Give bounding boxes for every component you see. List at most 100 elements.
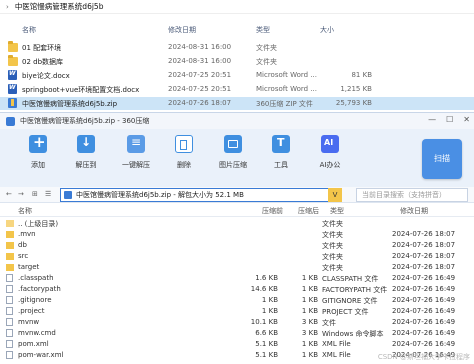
extract-to-label: 解压到 — [75, 161, 97, 169]
address-text: 中医馆慢病管理系统d6j5b.zip - 解包大小为 52.1 MB — [76, 191, 244, 199]
archive-row[interactable]: src 文件夹 2024-07-26 18:07 — [0, 251, 474, 262]
archive-row-parent[interactable]: .. (上级目录) 文件夹 — [0, 218, 474, 229]
entry-name: .classpath — [18, 274, 54, 282]
file-icon — [6, 296, 13, 304]
archive-row[interactable]: .gitignore 1 KB 1 KB GITIGNORE 文件 2024-0… — [0, 295, 474, 306]
address-field[interactable]: 中医馆慢病管理系统d6j5b.zip - 解包大小为 52.1 MB — [60, 188, 342, 202]
file-date: 2024-07-25 20:51 — [168, 85, 232, 93]
entry-date: 2024-07-26 18:07 — [392, 263, 456, 271]
column-type[interactable]: 类型 — [256, 25, 270, 35]
entry-date: 2024-07-26 18:07 — [392, 241, 456, 249]
one-click-extract-button[interactable]: 一键解压 — [110, 135, 162, 179]
explorer-row-selected[interactable]: 中医馆慢病管理系统d6j5b.zip 2024-07-26 18:07 360压… — [0, 97, 474, 110]
file-name: 01 配套环境 — [22, 44, 62, 52]
watermark: CSDN @斯坦福大学卡拉程序 — [377, 353, 470, 361]
maximize-button[interactable]: ☐ — [446, 115, 453, 124]
view-list-icon[interactable]: ☰ — [45, 190, 51, 198]
entry-date: 2024-07-26 16:49 — [392, 285, 456, 293]
view-grid-icon[interactable]: ⊞ — [32, 190, 38, 198]
column-size[interactable]: 压缩前 — [262, 206, 283, 216]
entry-type: Windows 命令脚本 — [322, 330, 384, 338]
entry-size: 1 KB — [261, 296, 278, 304]
entry-type: XML File — [322, 351, 351, 359]
column-name[interactable]: 名称 — [18, 206, 32, 216]
explorer-row[interactable]: 01 配套环境 2024-08-31 16:00 文件夹 — [0, 41, 474, 54]
delete-button[interactable]: 删除 — [158, 135, 210, 179]
explorer-row[interactable]: biye论文.docx 2024-07-25 20:51 Microsoft W… — [0, 69, 474, 82]
column-type[interactable]: 类型 — [330, 206, 344, 216]
explorer-path[interactable]: 中医馆慢病管理系统d6j5b — [15, 1, 104, 12]
entry-type: CLASSPATH 文件 — [322, 275, 379, 283]
entry-name: target — [18, 263, 40, 271]
entry-type: PROJECT 文件 — [322, 308, 369, 316]
app-logo-icon — [6, 116, 15, 126]
file-name: biye论文.docx — [22, 72, 70, 80]
column-size[interactable]: 大小 — [320, 25, 334, 35]
add-icon — [29, 133, 47, 153]
archive-row[interactable]: .factorypath 14.6 KB 1 KB FACTORYPATH 文件… — [0, 284, 474, 295]
zip-titlebar[interactable]: 中医馆慢病管理系统d6j5b.zip - 360压缩 — ☐ ✕ — [0, 113, 474, 129]
entry-name: .gitignore — [18, 296, 52, 304]
search-input[interactable]: 当前目录搜索（支持拼音） — [356, 188, 468, 202]
entry-name: mvnw — [18, 318, 40, 326]
archive-row[interactable]: target 文件夹 2024-07-26 18:07 — [0, 262, 474, 273]
column-date[interactable]: 修改日期 — [400, 206, 428, 216]
image-compress-button[interactable]: 图片压缩 — [207, 135, 259, 179]
minimize-button[interactable]: — — [428, 115, 436, 124]
entry-name: .mvn — [18, 230, 36, 238]
chevron-right-icon[interactable]: › — [6, 3, 9, 11]
column-compressed[interactable]: 压缩后 — [298, 206, 319, 216]
explorer-column-header: 名称 修改日期 类型 大小 — [0, 22, 474, 36]
file-icon — [6, 340, 13, 348]
file-icon — [6, 285, 13, 293]
entry-name: src — [18, 252, 29, 260]
file-explorer: › 中医馆慢病管理系统d6j5b 名称 修改日期 类型 大小 01 配套环境 2… — [0, 0, 474, 112]
ai-office-label: AI办公 — [319, 161, 341, 169]
entry-date: 2024-07-26 16:49 — [392, 307, 456, 315]
file-date: 2024-08-31 16:00 — [168, 57, 232, 65]
add-label: 添加 — [31, 161, 45, 169]
word-document-icon — [8, 84, 17, 94]
entry-name: pom-war.xml — [18, 351, 64, 359]
folder-icon — [6, 264, 14, 271]
one-click-extract-label: 一键解压 — [122, 161, 150, 169]
archive-row[interactable]: db 文件夹 2024-07-26 18:07 — [0, 240, 474, 251]
ai-office-button[interactable]: AI办公 — [304, 135, 356, 179]
entry-type: 文件夹 — [322, 253, 343, 261]
column-name[interactable]: 名称 — [22, 25, 36, 35]
close-button[interactable]: ✕ — [463, 115, 470, 124]
archive-row[interactable]: .mvn 文件夹 2024-07-26 18:07 — [0, 229, 474, 240]
forward-arrow-icon[interactable]: → — [18, 190, 24, 198]
extract-to-button[interactable]: 解压到 — [60, 135, 112, 179]
parent-folder-icon — [6, 220, 14, 227]
file-size: 81 KB — [351, 71, 372, 79]
archive-row[interactable]: .project 1 KB 1 KB PROJECT 文件 2024-07-26… — [0, 306, 474, 317]
image-compress-label: 图片压缩 — [219, 161, 247, 169]
explorer-row[interactable]: 02 db数据库 2024-08-31 16:00 文件夹 — [0, 55, 474, 68]
entry-compressed: 3 KB — [301, 329, 318, 337]
explorer-row[interactable]: springboot+vue环境配置文档.docx 2024-07-25 20:… — [0, 83, 474, 96]
file-name: 中医馆慢病管理系统d6j5b.zip — [22, 100, 118, 108]
chevron-down-icon[interactable]: V — [328, 188, 342, 202]
archive-row[interactable]: .classpath 1.6 KB 1 KB CLASSPATH 文件 2024… — [0, 273, 474, 284]
one-click-extract-icon — [127, 135, 145, 153]
window-title: 中医馆慢病管理系统d6j5b.zip - 360压缩 — [20, 117, 150, 125]
tools-button[interactable]: 工具 — [255, 135, 307, 179]
entry-type: 文件夹 — [322, 220, 343, 228]
entry-date: 2024-07-26 16:49 — [392, 274, 456, 282]
entry-type: XML File — [322, 340, 351, 348]
entry-size: 1.6 KB — [255, 274, 278, 282]
entry-date: 2024-07-26 18:07 — [392, 230, 456, 238]
column-date[interactable]: 修改日期 — [168, 25, 196, 35]
archive-row[interactable]: mvnw.cmd 6.6 KB 3 KB Windows 命令脚本 2024-0… — [0, 328, 474, 339]
scan-button[interactable]: 扫描 — [422, 139, 462, 179]
entry-compressed: 1 KB — [301, 285, 318, 293]
back-arrow-icon[interactable]: ← — [6, 190, 12, 198]
archive-row[interactable]: mvnw 10.1 KB 3 KB 文件 2024-07-26 16:49 — [0, 317, 474, 328]
archive-row[interactable]: pom.xml 5.1 KB 1 KB XML File 2024-07-26 … — [0, 339, 474, 350]
add-button[interactable]: 添加 — [12, 133, 64, 179]
entry-name: mvnw.cmd — [18, 329, 56, 337]
folder-icon — [6, 231, 14, 238]
file-icon — [6, 318, 13, 326]
explorer-breadcrumb[interactable]: › 中医馆慢病管理系统d6j5b — [0, 0, 474, 14]
